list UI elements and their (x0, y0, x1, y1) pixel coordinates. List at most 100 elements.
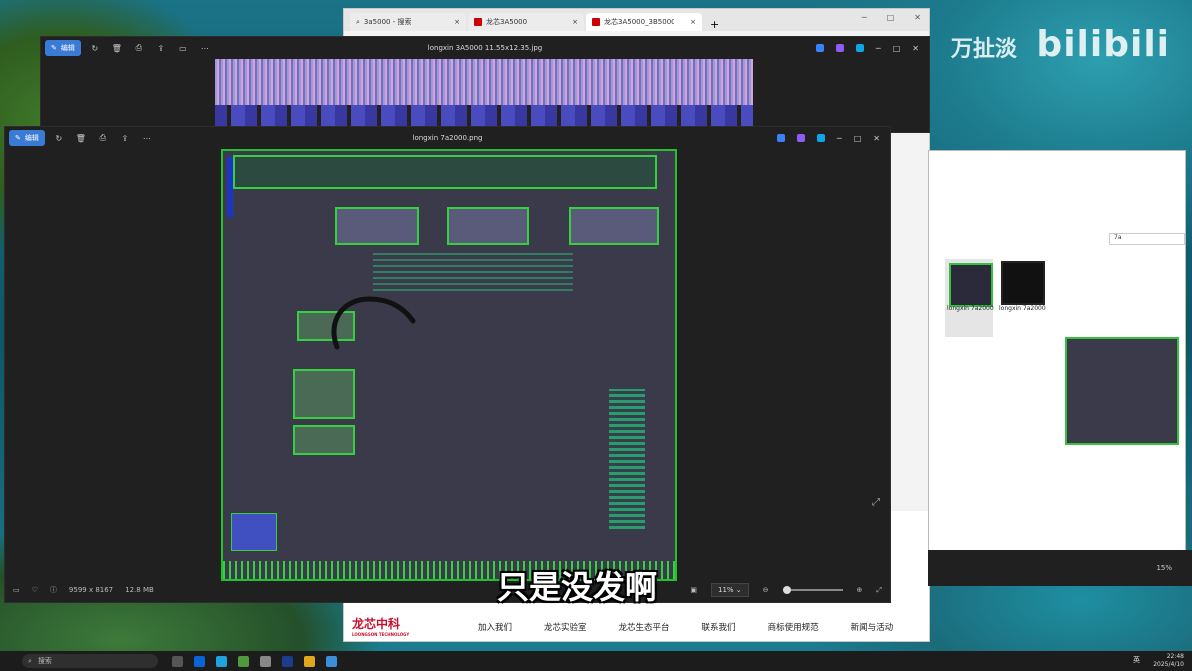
rotate-icon[interactable]: ↻ (51, 134, 67, 143)
die-block (293, 425, 355, 455)
ime-indicator[interactable]: 英 (1133, 656, 1140, 664)
zoom-in-icon[interactable]: ⊕ (857, 586, 863, 594)
zoom-slider[interactable] (782, 586, 843, 594)
zoom-out-icon[interactable]: ⊖ (763, 586, 769, 594)
search-placeholder: 搜索 (37, 657, 52, 665)
search-input[interactable]: 7a (1109, 233, 1185, 245)
minimize-icon[interactable]: ─ (876, 44, 881, 53)
viewer-status-bar: ▭ ♡ ⓘ 9599 x 8167 12.8 MB ▣ 11% ⌄ ⊖ ⊕ ⤢ (5, 578, 890, 602)
maximize-icon[interactable]: □ (893, 44, 901, 53)
second-viewer-bar: 15% (928, 550, 1192, 586)
info-icon[interactable]: ⓘ (50, 585, 57, 595)
taskbar-search[interactable]: ⌕ 搜索 (22, 654, 158, 668)
window-controls: ─ □ ✕ (776, 134, 880, 143)
status-left: ▭ ♡ ⓘ 9599 x 8167 12.8 MB (13, 585, 154, 595)
edge-icon[interactable] (216, 655, 227, 667)
fullscreen-icon[interactable]: ⤢ (872, 497, 880, 508)
onedrive-icon[interactable] (816, 134, 825, 142)
close-tab-icon[interactable]: × (572, 18, 578, 26)
print-icon[interactable]: ⎙ (95, 133, 111, 143)
browser-window-controls: ─ □ ✕ (862, 13, 921, 22)
edit-ai-icon[interactable] (815, 44, 824, 52)
watermark-name: 万扯淡 (950, 37, 1017, 62)
footer-link-trademark[interactable]: 商标使用规范 (768, 621, 819, 633)
die-block (609, 389, 645, 529)
settings-icon[interactable] (260, 655, 271, 667)
loongson-logo[interactable]: 龙芯中科 LOONGSON TECHNOLOGY (352, 615, 409, 637)
footer-link-lab[interactable]: 龙芯实验室 (544, 621, 587, 633)
logo-text: 龙芯中科 (352, 617, 401, 631)
slider-knob[interactable] (782, 586, 791, 594)
close-icon[interactable]: ✕ (914, 13, 921, 22)
die-block (373, 251, 573, 291)
viewer-toolbar: ✎ 编辑 ↻ 🗑 ⎙ ⇪ ▭ ⋯ longxin 3A5000 11.55x12… (41, 37, 929, 59)
tab-label: 龙芯3A5000 (486, 18, 528, 26)
footer-link-join[interactable]: 加入我们 (478, 621, 512, 633)
video-subtitle: 只是没发啊 (497, 568, 658, 606)
slideshow-icon[interactable]: ▭ (175, 44, 191, 53)
more-icon[interactable]: ⋯ (139, 134, 155, 143)
minimize-icon[interactable]: ─ (862, 13, 867, 22)
photoshop-icon[interactable] (282, 655, 293, 667)
favorite-icon[interactable]: ♡ (32, 586, 38, 594)
print-icon[interactable]: ⎙ (131, 43, 147, 53)
edit-label: 编辑 (24, 134, 39, 142)
footer-link-news[interactable]: 新闻与活动 (851, 621, 894, 633)
more-icon[interactable]: ⋯ (197, 44, 213, 53)
maximize-icon[interactable]: □ (887, 13, 895, 22)
browser-tab-pdf[interactable]: 龙芯3A5000_3B5000处理器数据 × (586, 13, 702, 31)
share-icon[interactable]: ⇪ (153, 44, 169, 53)
browser-tab-loongson[interactable]: 龙芯3A5000 × (468, 13, 584, 31)
die-block (447, 207, 529, 245)
designer-icon[interactable] (835, 44, 844, 52)
footer-links: 加入我们 龙芯实验室 龙芯生态平台 联系我们 商标使用规范 新闻与活动 (478, 621, 893, 633)
taskbar: ⌕ 搜索 英 22:48 2025/4/10 (0, 651, 1192, 671)
edit-button[interactable]: ✎ 编辑 (9, 130, 45, 146)
footer-link-contact[interactable]: 联系我们 (702, 621, 736, 633)
system-tray: 英 22:48 2025/4/10 (1133, 653, 1184, 669)
task-view-icon[interactable] (172, 655, 183, 667)
tab-strip: ⌕ 3a5000 - 搜索 × 龙芯3A5000 × 龙芯3A5000_3B50… (344, 9, 929, 31)
minimize-icon[interactable]: ─ (837, 134, 842, 143)
close-icon[interactable]: ✕ (873, 134, 880, 143)
share-icon[interactable]: ⇪ (117, 134, 133, 143)
edit-button[interactable]: ✎ 编辑 (45, 40, 81, 56)
photo-viewer-7a2000: ✎ 编辑 ↻ 🗑 ⎙ ⇪ ⋯ longxin 7a2000.png ─ □ ✕ (4, 126, 891, 603)
outlook-icon[interactable] (194, 655, 205, 667)
file-name[interactable]: longxin 7a2000 (947, 305, 994, 312)
edit-icon: ✎ (15, 134, 21, 142)
tab-label: 3a5000 - 搜索 (363, 18, 412, 26)
onedrive-icon[interactable] (855, 44, 864, 52)
delete-icon[interactable]: 🗑 (109, 44, 125, 53)
edit-ai-icon[interactable] (776, 134, 785, 142)
zoom-select[interactable]: 11% ⌄ (710, 583, 749, 597)
fit-window-icon[interactable]: ⤢ (876, 586, 882, 595)
file-thumbnail[interactable] (949, 263, 993, 307)
close-tab-icon[interactable]: × (690, 18, 696, 26)
close-tab-icon[interactable]: × (454, 18, 460, 26)
store-icon[interactable] (238, 655, 249, 667)
close-icon[interactable]: ✕ (912, 44, 919, 53)
clock-time[interactable]: 22:48 (1153, 653, 1184, 661)
bilibili-logo: bilibili (1036, 24, 1170, 65)
footer-link-ecosystem[interactable]: 龙芯生态平台 (619, 621, 670, 633)
zoom-level[interactable]: 15% (1156, 564, 1172, 572)
die-block (335, 207, 419, 245)
filmstrip-icon[interactable]: ▭ (13, 586, 20, 594)
ink-stroke (331, 296, 416, 350)
photos-icon[interactable] (326, 655, 337, 667)
browser-tab-search[interactable]: ⌕ 3a5000 - 搜索 × (350, 13, 466, 31)
window-title: longxin 7a2000.png (412, 134, 483, 142)
clock-date[interactable]: 2025/4/10 (1153, 661, 1184, 669)
file-thumbnail[interactable] (1001, 261, 1045, 305)
maximize-icon[interactable]: □ (854, 134, 862, 143)
die-block (231, 513, 277, 551)
file-name[interactable]: longxin 7a2000 (999, 305, 1046, 312)
designer-icon[interactable] (796, 134, 805, 142)
rotate-icon[interactable]: ↻ (87, 44, 103, 53)
new-tab-button[interactable]: + (710, 18, 719, 31)
file-explorer-icon[interactable] (304, 655, 315, 667)
actual-size-icon[interactable]: ▣ (690, 586, 697, 594)
delete-icon[interactable]: 🗑 (73, 134, 89, 143)
logo-subtext: LOONGSON TECHNOLOGY (352, 632, 410, 637)
